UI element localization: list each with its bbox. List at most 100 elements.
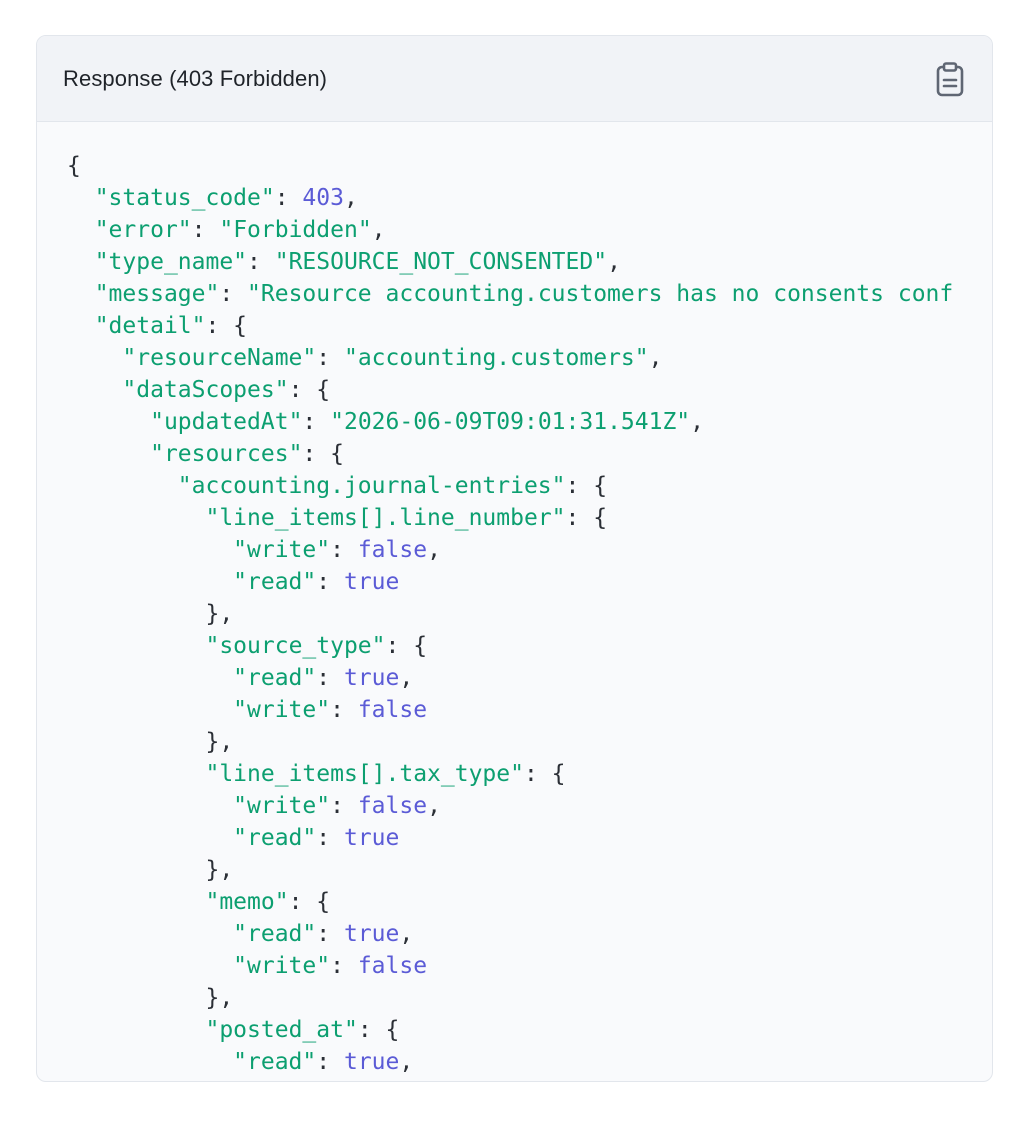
code-line: "read": true, (67, 665, 413, 691)
json-punctuation (67, 697, 233, 723)
json-punctuation (67, 409, 150, 435)
response-panel: Response (403 Forbidden) { "status_code"… (36, 35, 993, 1082)
json-key: "read" (233, 569, 317, 595)
json-punctuation (67, 505, 205, 531)
json-boolean: false (357, 697, 428, 723)
json-punctuation: : (330, 793, 358, 819)
json-punctuation: , (371, 217, 386, 243)
json-punctuation: : (316, 665, 344, 691)
json-key: "read" (233, 1049, 317, 1075)
json-punctuation: : (330, 537, 358, 563)
json-punctuation: , (399, 1049, 414, 1075)
json-string: "Resource accounting.customers has no co… (247, 281, 954, 307)
json-key: "type_name" (94, 249, 248, 275)
json-punctuation (67, 665, 233, 691)
code-line: }, (67, 729, 233, 755)
code-line: "message": "Resource accounting.customer… (67, 281, 954, 307)
json-punctuation (67, 473, 178, 499)
code-line: "type_name": "RESOURCE_NOT_CONSENTED", (67, 249, 621, 275)
code-line: }, (67, 985, 233, 1011)
json-punctuation: , (399, 921, 414, 947)
code-line: "resources": { (67, 441, 344, 467)
code-line: "write": false, (67, 537, 441, 563)
json-key: "source_type" (205, 633, 386, 659)
json-punctuation (67, 185, 95, 211)
copy-button[interactable] (932, 61, 968, 97)
response-title: Response (403 Forbidden) (63, 65, 328, 91)
json-punctuation: : (316, 921, 344, 947)
json-punctuation (67, 345, 122, 371)
json-punctuation: }, (67, 985, 234, 1011)
json-key: "dataScopes" (122, 377, 289, 403)
json-punctuation: : { (205, 313, 248, 339)
json-key: "status_code" (94, 185, 275, 211)
code-line: "source_type": { (67, 633, 427, 659)
json-string: "accounting.customers" (343, 345, 649, 371)
json-punctuation: : (274, 185, 303, 211)
json-key: "read" (233, 921, 317, 947)
json-punctuation: : (219, 281, 248, 307)
code-line: }, (67, 857, 233, 883)
json-punctuation (67, 889, 205, 915)
json-key: "write" (233, 537, 331, 563)
json-boolean: true (343, 825, 400, 851)
code-line: "detail": { (67, 313, 247, 339)
code-line: "memo": { (67, 889, 330, 915)
json-key: "memo" (205, 889, 289, 915)
json-punctuation: , (399, 665, 414, 691)
code-line: "write": false (67, 953, 427, 979)
code-scroll-area[interactable]: { "status_code": 403, "error": "Forbidde… (37, 122, 992, 1081)
json-boolean: true (343, 569, 400, 595)
json-punctuation (67, 953, 233, 979)
json-key: "read" (233, 665, 317, 691)
json-key: "resourceName" (122, 345, 317, 371)
code-line: "write": false (67, 697, 427, 723)
json-number: 403 (302, 185, 344, 211)
json-boolean: false (357, 953, 428, 979)
json-key: "posted_at" (205, 1017, 358, 1043)
json-punctuation: : (191, 217, 220, 243)
json-punctuation: , (648, 345, 663, 371)
code-line: "line_items[].tax_type": { (67, 761, 566, 787)
json-boolean: false (357, 793, 428, 819)
code-line: "dataScopes": { (67, 377, 330, 403)
json-key: "error" (94, 217, 192, 243)
code-line: "read": true (67, 825, 399, 851)
json-punctuation (67, 1017, 205, 1043)
code-line: "read": true, (67, 1049, 413, 1075)
json-punctuation: { (67, 153, 81, 179)
json-punctuation: , (427, 537, 441, 563)
json-punctuation (67, 377, 122, 403)
json-punctuation: : { (565, 505, 608, 531)
code-line: "posted_at": { (67, 1017, 399, 1043)
json-punctuation: : { (523, 761, 566, 787)
json-punctuation: , (343, 185, 358, 211)
code-line: "resourceName": "accounting.customers", (67, 345, 662, 371)
code-line: { (67, 153, 81, 179)
clipboard-icon (936, 61, 964, 96)
json-key: "write" (233, 953, 331, 979)
json-punctuation (67, 761, 205, 787)
json-key: "resources" (150, 441, 303, 467)
json-string: "2026-06-09T09:01:31.541Z" (330, 409, 691, 435)
json-key: "updatedAt" (150, 409, 303, 435)
json-punctuation: : (316, 1049, 344, 1075)
json-punctuation (67, 569, 233, 595)
json-key: "accounting.journal-entries" (177, 473, 566, 499)
json-punctuation: : (247, 249, 275, 275)
json-punctuation (67, 825, 233, 851)
json-punctuation (67, 281, 95, 307)
json-key: "line_items[].tax_type" (205, 761, 524, 787)
json-punctuation (67, 313, 95, 339)
code-line: "read": true (67, 569, 399, 595)
json-punctuation: : { (357, 1017, 400, 1043)
code-line: "line_items[].line_number": { (67, 505, 607, 531)
json-punctuation: : (316, 345, 344, 371)
json-punctuation: : { (288, 889, 331, 915)
json-boolean: false (357, 537, 428, 563)
code-line: "write": false, (67, 793, 441, 819)
json-string: "Forbidden" (219, 217, 372, 243)
json-punctuation (67, 249, 95, 275)
json-punctuation (67, 537, 233, 563)
json-punctuation: }, (67, 729, 234, 755)
